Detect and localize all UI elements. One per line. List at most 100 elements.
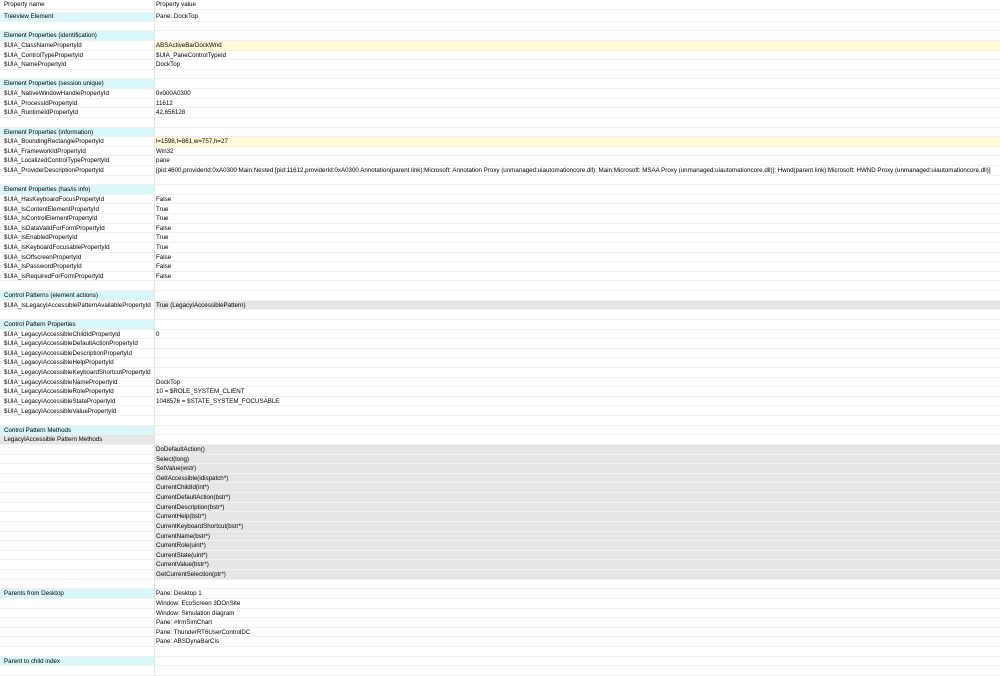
table-row[interactable]: $UIA_IsContentElementPropertyId True — [0, 205, 1000, 215]
property-value-cell[interactable] — [154, 128, 1000, 138]
property-value-cell[interactable] — [154, 320, 1000, 330]
table-row[interactable] — [0, 647, 1000, 657]
property-value-cell[interactable]: 10 = $ROLE_SYSTEM_CLIENT — [154, 387, 1000, 397]
property-value-cell[interactable]: 11612 — [154, 99, 1000, 109]
table-row[interactable]: GetCurrentSelection(ptr*) — [0, 570, 1000, 580]
property-value-cell[interactable]: DockTop — [154, 378, 1000, 388]
property-value-cell[interactable]: True — [154, 214, 1000, 224]
property-name-cell[interactable]: $UIA_LegacyIAccessibleValuePropertyId — [0, 407, 154, 417]
property-value-cell[interactable]: SetValue(wstr) — [154, 464, 1000, 474]
property-value-cell[interactable]: False — [154, 224, 1000, 234]
table-row[interactable]: CurrentHelp(bstr*) — [0, 512, 1000, 522]
table-row[interactable]: $UIA_IsLegacyIAccessiblePatternAvailable… — [0, 300, 1000, 311]
property-value-cell[interactable] — [154, 647, 1000, 657]
property-name-cell[interactable] — [0, 176, 154, 186]
table-row[interactable]: $UIA_IsKeyboardFocusablePropertyId True — [0, 243, 1000, 253]
property-value-cell[interactable]: CurrentDescription(bstr*) — [154, 502, 1000, 513]
property-value-cell[interactable]: True (LegacyIAccessiblePattern) — [154, 300, 1000, 311]
table-row[interactable]: CurrentName(bstr*) — [0, 531, 1000, 542]
table-row[interactable] — [0, 118, 1000, 128]
property-name-cell[interactable]: $UIA_LegacyIAccessibleDefaultActionPrope… — [0, 339, 154, 349]
table-row[interactable]: $UIA_LegacyIAccessibleValuePropertyId — [0, 407, 1000, 417]
property-value-cell[interactable]: CurrentState(uint*) — [154, 550, 1000, 561]
property-value-cell[interactable]: CurrentChildId(int*) — [154, 483, 1000, 494]
property-name-cell[interactable]: $UIA_FrameworkIdPropertyId — [0, 147, 154, 157]
property-value-cell[interactable]: DockTop — [154, 60, 1000, 70]
property-name-cell[interactable]: $UIA_ControlTypePropertyId — [0, 51, 154, 61]
property-name-cell[interactable]: Control Patterns (element actions) — [0, 291, 154, 301]
table-row[interactable]: Window: EcoScreen 3DOnSite — [0, 599, 1000, 609]
property-name-cell[interactable]: Element Properties (session unique) — [0, 79, 154, 90]
table-row[interactable]: $UIA_ControlTypePropertyId $UIA_PaneContr… — [0, 51, 1000, 61]
property-value-cell[interactable]: False — [154, 253, 1000, 263]
table-row[interactable] — [0, 176, 1000, 186]
property-value-cell[interactable]: $UIA_PaneControlTypeId — [154, 51, 1000, 61]
property-name-cell[interactable]: Parent to child index — [0, 656, 154, 667]
property-name-cell[interactable] — [0, 551, 154, 561]
property-name-cell[interactable]: Treeview Element — [0, 12, 154, 22]
property-value-cell[interactable]: False — [154, 272, 1000, 282]
property-name-cell[interactable]: $UIA_ClassNamePropertyId — [0, 41, 154, 51]
table-row[interactable] — [0, 580, 1000, 590]
property-value-cell[interactable]: Pane: DockTop — [154, 12, 1000, 22]
property-value-cell[interactable] — [154, 70, 1000, 80]
property-value-cell[interactable]: GetCurrentSelection(ptr*) — [154, 570, 1000, 580]
section-row[interactable]: Treeview Element Pane: DockTop — [0, 12, 1000, 22]
table-row[interactable]: $UIA_FrameworkIdPropertyId Win32 — [0, 147, 1000, 157]
table-row[interactable]: Window: Simulation diagram — [0, 609, 1000, 619]
property-name-cell[interactable]: $UIA_ProviderDescriptionPropertyId — [0, 166, 154, 176]
table-row[interactable]: $UIA_IsControlElementPropertyId True — [0, 214, 1000, 224]
property-name-cell[interactable] — [0, 609, 154, 619]
property-name-cell[interactable]: $UIA_NativeWindowHandlePropertyId — [0, 89, 154, 99]
property-name-cell[interactable] — [0, 570, 154, 580]
table-row[interactable]: $UIA_NamePropertyId DockTop — [0, 60, 1000, 70]
property-value-cell[interactable] — [154, 580, 1000, 590]
section-row[interactable]: Element Properties (session unique) — [0, 79, 1000, 90]
table-row[interactable]: GetIAccessible(idispatch*) — [0, 473, 1000, 484]
property-value-cell[interactable] — [154, 79, 1000, 89]
property-name-cell[interactable]: $UIA_IsPasswordPropertyId — [0, 262, 154, 272]
table-row[interactable]: $UIA_ProcessIdPropertyId 11612 — [0, 99, 1000, 109]
property-name-cell[interactable]: Element Properties (identification) — [0, 31, 154, 41]
table-row[interactable]: $UIA_RuntimeIdPropertyId 42,656128 — [0, 108, 1000, 118]
property-value-cell[interactable]: DoDefaultAction() — [154, 445, 1000, 455]
property-name-cell[interactable] — [0, 599, 154, 609]
property-value-cell[interactable]: 0 — [154, 330, 1000, 340]
property-value-cell[interactable] — [154, 358, 1000, 368]
property-name-cell[interactable] — [0, 628, 154, 638]
section-row[interactable]: Element Properties (has/is info) — [0, 185, 1000, 195]
property-name-cell[interactable]: $UIA_IsRequiredForFormPropertyId — [0, 272, 154, 282]
property-value-cell[interactable] — [154, 339, 1000, 349]
property-name-cell[interactable]: $UIA_IsEnabledPropertyId — [0, 233, 154, 243]
property-value-cell[interactable]: CurrentKeyboardShortcut(bstr*) — [154, 521, 1000, 532]
property-value-cell[interactable]: Pane: ThunderRT6UserControlDC — [154, 628, 1000, 638]
property-value-cell[interactable] — [154, 118, 1000, 128]
table-row[interactable]: $UIA_IsOffscreenPropertyId False — [0, 253, 1000, 263]
property-name-cell[interactable]: $UIA_LegacyIAccessibleRolePropertyId — [0, 387, 154, 397]
table-row[interactable]: $UIA_LegacyIAccessibleKeyboardShortcutPr… — [0, 368, 1000, 378]
property-value-cell[interactable]: 42,656128 — [154, 108, 1000, 118]
property-value-cell[interactable]: False — [154, 262, 1000, 272]
table-row[interactable] — [0, 22, 1000, 32]
table-row[interactable]: CurrentValue(bstr*) — [0, 560, 1000, 571]
table-row[interactable]: $UIA_NativeWindowHandlePropertyId 0x000A0… — [0, 89, 1000, 99]
table-row[interactable] — [0, 70, 1000, 80]
table-row[interactable]: $UIA_IsRequiredForFormPropertyId False — [0, 272, 1000, 282]
property-name-cell[interactable] — [0, 580, 154, 590]
property-value-cell[interactable] — [154, 22, 1000, 32]
property-value-cell[interactable]: CurrentRole(uint*) — [154, 541, 1000, 551]
table-row[interactable]: CurrentState(uint*) — [0, 550, 1000, 561]
property-name-cell[interactable] — [0, 445, 154, 455]
section-row[interactable]: Control Pattern Properties — [0, 319, 1000, 330]
table-row[interactable]: $UIA_IsPasswordPropertyId False — [0, 262, 1000, 272]
section-row[interactable]: Control Pattern Methods — [0, 425, 1000, 436]
property-value-cell[interactable] — [154, 310, 1000, 320]
property-name-cell[interactable] — [0, 532, 154, 542]
property-value-cell[interactable]: True — [154, 233, 1000, 243]
property-value-cell[interactable]: 1048576 = $STATE_SYSTEM_FOCUSABLE — [154, 397, 1000, 407]
table-row[interactable]: $UIA_IsEnabledPropertyId True — [0, 233, 1000, 243]
property-name-cell[interactable]: $UIA_LegacyIAccessibleDescriptionPropert… — [0, 349, 154, 359]
property-value-cell[interactable]: ABSActiveBarDockWnd — [154, 40, 1000, 51]
property-value-cell[interactable]: True — [154, 205, 1000, 215]
property-name-cell[interactable]: $UIA_IsControlElementPropertyId — [0, 214, 154, 224]
